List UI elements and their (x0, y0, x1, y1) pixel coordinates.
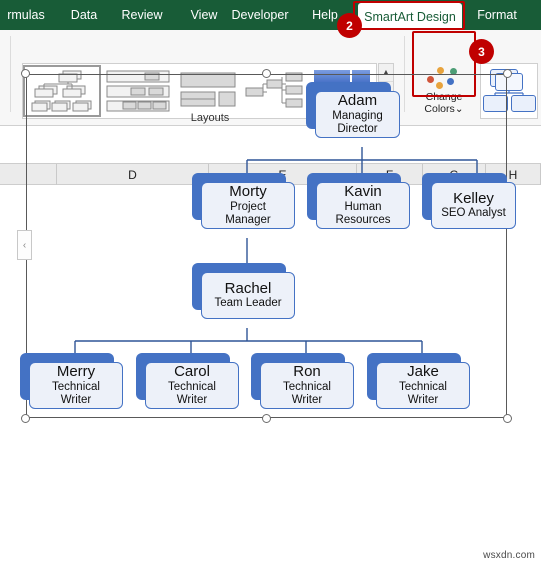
node-name: Merry (56, 363, 96, 381)
node-name: Morty (229, 183, 267, 201)
node-role-line1: Technical (283, 381, 331, 394)
node-role-line2: Writer (60, 393, 92, 406)
node-card[interactable]: Ron Technical Writer (260, 362, 354, 409)
node-name: Kelley (453, 189, 494, 207)
node-role-line2: Writer (176, 393, 208, 406)
tab-format[interactable]: Format (468, 0, 526, 30)
node-role-line2: Manager (225, 213, 271, 226)
watermark: wsxdn.com (483, 550, 535, 561)
node-role-line1: Technical (52, 381, 100, 394)
node-card[interactable]: Morty Project Manager (201, 182, 295, 229)
org-node-adam[interactable]: Adam Managing Director (306, 82, 400, 138)
smartart-organization-chart[interactable]: ‹ Adam Managing Director Morty Project M… (17, 69, 516, 423)
node-role-line1: Project (230, 201, 266, 214)
annotation-badge-2: 2 (337, 13, 362, 38)
org-node-rachel[interactable]: Rachel Team Leader (192, 263, 295, 319)
node-card[interactable]: Kelley SEO Analyst (431, 182, 516, 229)
node-role-line1: Technical (399, 381, 447, 394)
node-role-line1: Team Leader (214, 297, 282, 310)
org-node-jake[interactable]: Jake Technical Writer (367, 353, 470, 409)
tab-label: Developer (231, 8, 289, 22)
node-name: Jake (407, 363, 439, 381)
node-name: Ron (293, 363, 321, 381)
org-node-morty[interactable]: Morty Project Manager (192, 173, 295, 229)
node-name: Carol (174, 363, 210, 381)
tab-label: Review (121, 8, 163, 22)
annotation-badge-3: 3 (469, 39, 494, 64)
org-node-ron[interactable]: Ron Technical Writer (251, 353, 354, 409)
tab-developer[interactable]: Developer (222, 0, 298, 30)
node-name: Rachel (224, 279, 272, 297)
org-node-kavin[interactable]: Kavin Human Resources (307, 173, 410, 229)
org-node-kelley[interactable]: Kelley SEO Analyst (422, 173, 516, 229)
org-node-merry[interactable]: Merry Technical Writer (20, 353, 123, 409)
tab-label: Format (477, 8, 517, 22)
node-name: Adam (337, 92, 378, 110)
tab-review[interactable]: Review (113, 0, 171, 30)
node-card[interactable]: Merry Technical Writer (29, 362, 123, 409)
node-card[interactable]: Rachel Team Leader (201, 272, 295, 319)
node-role-line2: Writer (291, 393, 323, 406)
ribbon-tab-bar: rmulas Data Review View Developer Help S… (0, 0, 541, 30)
tab-formulas[interactable]: rmulas (0, 0, 52, 30)
tab-smartart-design[interactable]: SmartArt Design (358, 3, 462, 30)
tab-data[interactable]: Data (62, 0, 106, 30)
node-role-line1: SEO Analyst (441, 207, 506, 220)
node-role-line2: Writer (407, 393, 439, 406)
node-role-line2: Director (337, 122, 378, 135)
node-role-line1: Managing (332, 110, 383, 123)
node-role-line1: Technical (168, 381, 216, 394)
tab-label: rmulas (7, 8, 45, 22)
tab-label: Data (70, 8, 98, 22)
tab-view[interactable]: View (182, 0, 226, 30)
node-role-line2: Resources (335, 213, 391, 226)
node-role-line1: Human (344, 201, 382, 214)
tab-label: Help (312, 8, 338, 22)
excel-window: rmulas Data Review View Developer Help S… (0, 0, 541, 565)
node-card[interactable]: Jake Technical Writer (376, 362, 470, 409)
tab-label: SmartArt Design (364, 9, 456, 24)
node-card[interactable]: Adam Managing Director (315, 91, 400, 138)
node-card[interactable]: Kavin Human Resources (316, 182, 410, 229)
tab-label: View (190, 8, 218, 22)
group-divider (10, 36, 11, 112)
node-card[interactable]: Carol Technical Writer (145, 362, 239, 409)
org-node-carol[interactable]: Carol Technical Writer (136, 353, 239, 409)
node-name: Kavin (344, 183, 382, 201)
